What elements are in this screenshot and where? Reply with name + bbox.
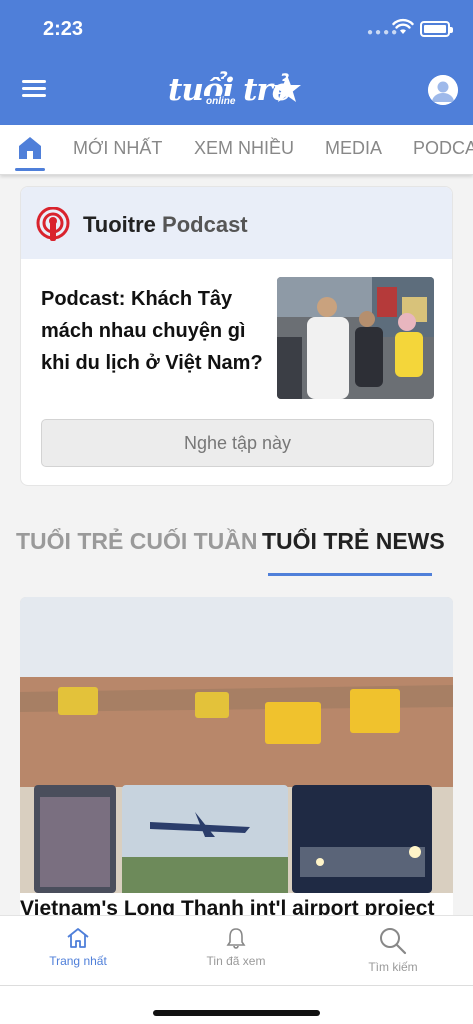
podcast-thumbnail[interactable] [277, 277, 434, 399]
tab-tuoi-tre-cuoi-tuan[interactable]: TUỔI TRẺ CUỐI TUẦN [16, 528, 258, 555]
nav-tim-kiem[interactable]: Tìm kiếm [333, 926, 453, 974]
active-tab-indicator [15, 168, 45, 171]
tuoitre-logo[interactable]: tuổi trẻ online [168, 72, 303, 112]
tab-home[interactable] [15, 133, 45, 173]
nav-trang-nhat[interactable]: Trang nhất [18, 926, 138, 968]
category-tabbar: MỚI NHẤT XEM NHIỀU MEDIA PODCA [0, 125, 473, 175]
tab-media[interactable]: MEDIA [325, 138, 382, 159]
bell-icon [226, 928, 246, 949]
article-image[interactable] [20, 597, 453, 893]
bottom-navigation: Trang nhất Tin đã xem Tìm kiếm [0, 915, 473, 985]
tab-podcast[interactable]: PODCA [413, 138, 473, 159]
home-indicator-area [0, 985, 473, 1024]
podcast-icon [36, 207, 70, 241]
menu-icon[interactable] [22, 80, 46, 100]
podcast-card[interactable]: Tuoitre Podcast Podcast: Khách Tây mách … [20, 186, 453, 486]
podcast-brand: Tuoitre Podcast [83, 212, 248, 238]
tab-tuoi-tre-news[interactable]: TUỔI TRẺ NEWS [262, 528, 445, 555]
section-tabs: TUỔI TRẺ CUỐI TUẦN TUỔI TRẺ NEWS [0, 520, 473, 580]
section-tab-indicator [268, 573, 432, 576]
home-indicator[interactable] [153, 1010, 320, 1016]
battery-icon [420, 21, 453, 37]
user-avatar-icon[interactable] [428, 75, 458, 105]
star-icon [273, 75, 301, 102]
nav-label: Trang nhất [49, 954, 107, 968]
home-icon [19, 137, 41, 159]
podcast-brand-main: Tuoitre [83, 212, 156, 237]
search-icon [380, 928, 407, 955]
status-time: 2:23 [43, 18, 84, 40]
wifi-icon [392, 18, 414, 34]
nav-label: Tin đã xem [206, 954, 266, 968]
podcast-brand-sub: Podcast [162, 212, 248, 237]
listen-episode-button[interactable]: Nghe tập này [41, 419, 434, 467]
home-icon [67, 928, 89, 948]
podcast-header: Tuoitre Podcast [21, 187, 452, 259]
article-card[interactable]: Vietnam's Long Thanh int'l airport proje… [20, 597, 453, 927]
tab-moi-nhat[interactable]: MỚI NHẤT [73, 138, 162, 159]
app-header: 2:23 ●●●● tuổi trẻ online [0, 0, 473, 125]
logo-sub-text: online [204, 96, 238, 107]
podcast-episode-title[interactable]: Podcast: Khách Tây mách nhau chuyện gì k… [41, 283, 276, 379]
nav-tin-da-xem[interactable]: Tin đã xem [176, 926, 296, 968]
tab-xem-nhieu[interactable]: XEM NHIỀU [194, 138, 294, 159]
nav-label: Tìm kiếm [368, 960, 418, 974]
